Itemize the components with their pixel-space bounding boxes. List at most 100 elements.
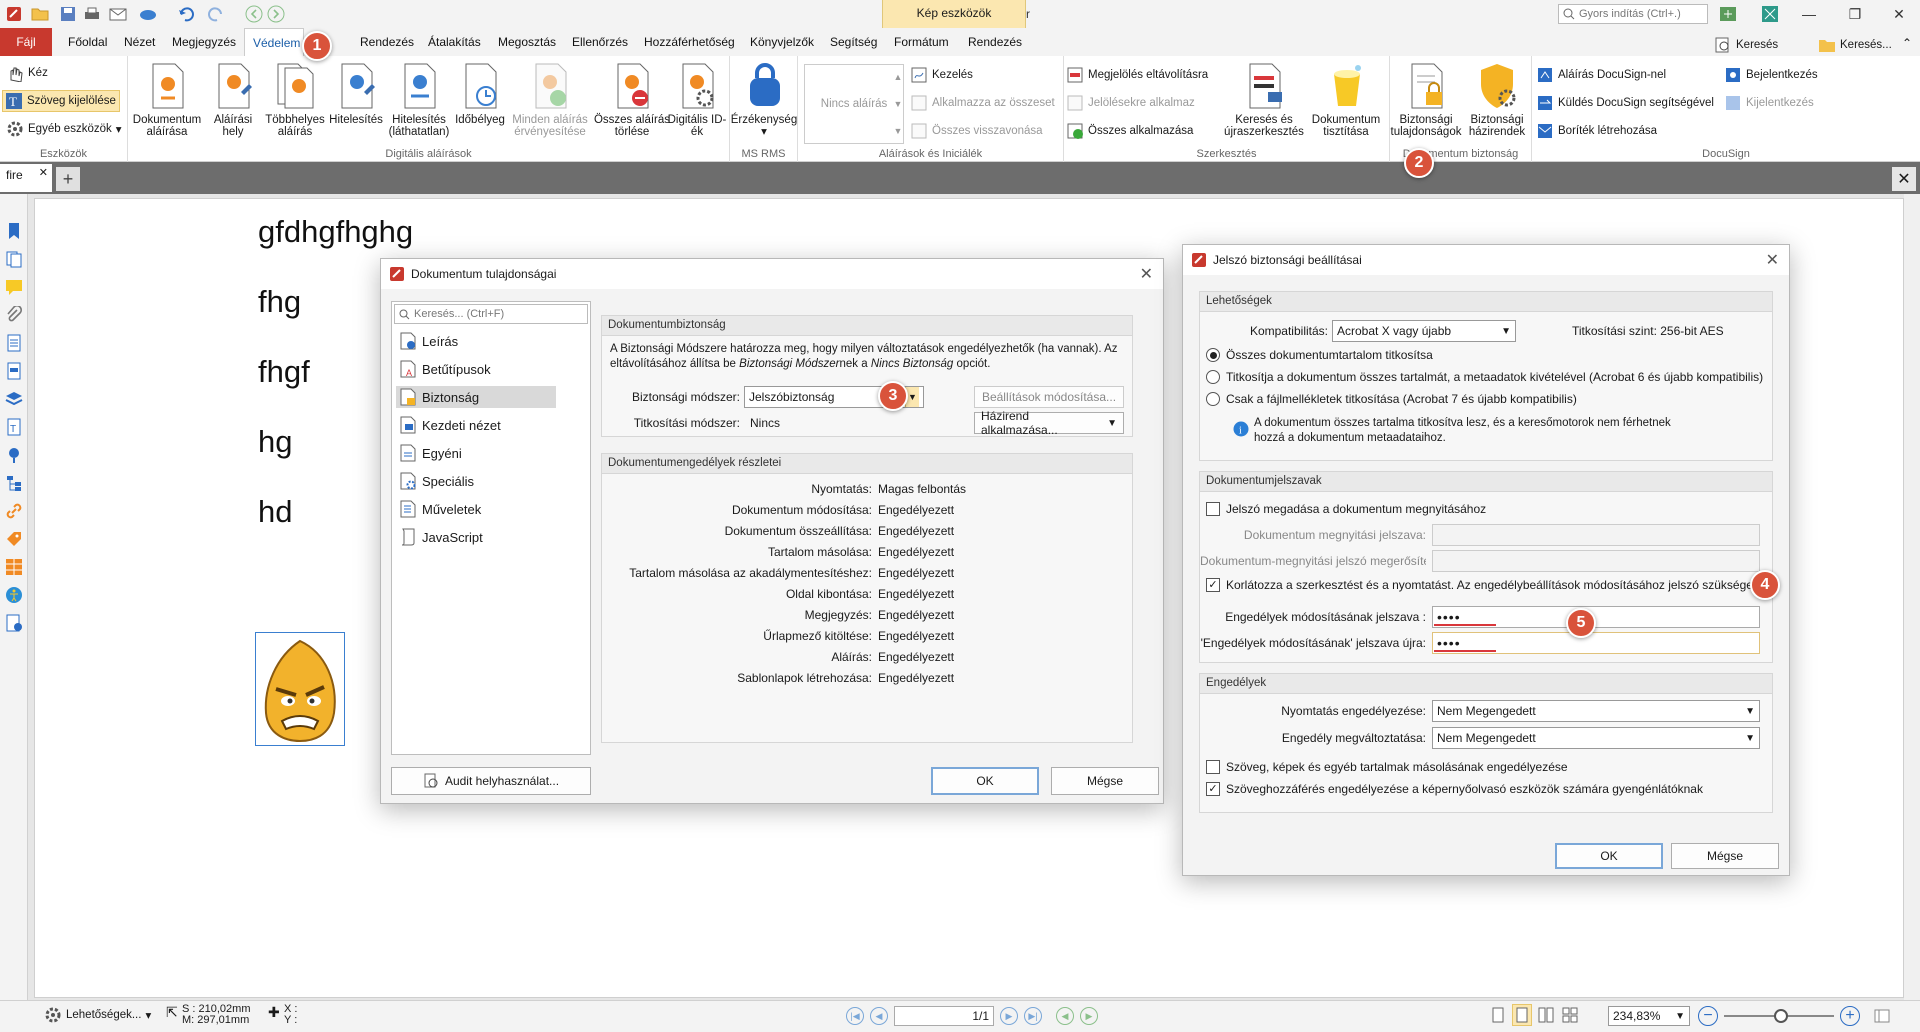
create-envelope-button[interactable]: Boríték létrehozása [1536, 120, 1657, 142]
prev-page-button[interactable]: ◀ [870, 1007, 888, 1025]
print-icon[interactable] [82, 4, 102, 24]
certify-invisible-button[interactable]: Hitelesítés (láthatatlan) [384, 62, 454, 138]
sign-document-button[interactable]: Dokumentum aláírása [132, 62, 202, 138]
multi-signature-button[interactable]: Többhelyes aláírás [262, 62, 328, 138]
close-dialog-button[interactable]: ✕ [1140, 264, 1153, 284]
undo-icon[interactable] [176, 4, 196, 24]
tab-arrange[interactable]: Rendezés [960, 28, 1030, 56]
tab-review[interactable]: Ellenőrzés [564, 28, 636, 56]
compatibility-select[interactable]: Acrobat X vagy újabb ▼ [1332, 320, 1516, 342]
radio-encrypt-all[interactable]: Összes dokumentumtartalom titkosítsa [1206, 348, 1433, 362]
radio-button[interactable] [1206, 392, 1220, 406]
next-page-button[interactable]: ▶ [1000, 1007, 1018, 1025]
validate-all-button[interactable]: Minden aláírás érvényesítése [510, 62, 590, 138]
tab-file[interactable]: Fájl [0, 28, 52, 56]
select-text-tool[interactable]: T Szöveg kijelölése [2, 90, 120, 112]
zoom-in-button[interactable]: + [1840, 1006, 1860, 1026]
fullscreen-icon[interactable] [1760, 4, 1780, 24]
comments-panel-icon[interactable] [5, 278, 23, 296]
save-icon[interactable] [58, 4, 78, 24]
sensitivity-button[interactable]: Érzékenység ▾ [730, 62, 798, 138]
accessibility-panel-icon[interactable] [5, 586, 23, 604]
copy-content-checkbox-row[interactable]: Szöveg, képek és egyéb tartalmak másolás… [1206, 760, 1568, 774]
tags-panel-icon[interactable] [5, 530, 23, 548]
security-properties-button[interactable]: Biztonsági tulajdonságok [1390, 62, 1462, 138]
redo-icon[interactable] [206, 4, 226, 24]
back-view-button[interactable]: ◀ [1056, 1007, 1074, 1025]
bookmark-panel-icon[interactable] [5, 222, 23, 240]
email-icon[interactable] [108, 4, 128, 24]
change-permission-select[interactable]: Nem Megengedett ▼ [1432, 727, 1760, 749]
tab-convert[interactable]: Átalakítás [420, 28, 489, 56]
attachments-panel-icon[interactable] [5, 306, 23, 324]
radio-encrypt-except-metadata[interactable]: Titkosítja a dokumentum összes tartalmát… [1206, 370, 1763, 384]
forward-view-button[interactable]: ▶ [1080, 1007, 1098, 1025]
close-window-button[interactable]: ✕ [1876, 0, 1920, 28]
tab-comment[interactable]: Megjegyzés [164, 28, 244, 56]
zoom-out-button[interactable]: − [1698, 1006, 1718, 1026]
quick-launch-input[interactable]: Gyors indítás (Ctrl+.) [1558, 4, 1708, 24]
signature-gallery[interactable]: Nincs aláírás [804, 64, 904, 144]
nav-item-fonts[interactable]: A Betűtípusok [396, 358, 556, 380]
panels-icon[interactable] [1874, 1008, 1890, 1024]
radio-encrypt-attachments[interactable]: Csak a fájlmellékletek titkosítása (Acro… [1206, 392, 1577, 406]
open-folder-icon[interactable] [30, 4, 50, 24]
radio-button[interactable] [1206, 348, 1220, 362]
order-panel-icon[interactable] [5, 558, 23, 576]
apply-all-redactions-button[interactable]: Összes alkalmazása [1066, 120, 1193, 142]
digital-ids-button[interactable]: Digitális ID-ék [664, 62, 730, 138]
print-permission-select[interactable]: Nem Megengedett ▼ [1432, 700, 1760, 722]
open-password-checkbox[interactable] [1206, 502, 1220, 516]
tab-protect[interactable]: Védelem [244, 28, 304, 56]
apply-policy-button[interactable]: Házirend alkalmazása... ▼ [974, 409, 1124, 437]
tab-help[interactable]: Segítség [822, 28, 885, 56]
search-more-button[interactable]: Keresés... [1818, 34, 1892, 56]
tab-bookmarks[interactable]: Könyvjelzők [742, 28, 822, 56]
open-password-checkbox-row[interactable]: Jelszó megadása a dokumentum megnyitásáh… [1206, 502, 1486, 516]
open-password-confirm-input[interactable] [1432, 550, 1760, 572]
tab-accessibility[interactable]: Hozzáférhetőség [636, 28, 743, 56]
tab-organize[interactable]: Rendezés [352, 28, 422, 56]
close-document-button[interactable]: ✕ [1892, 167, 1916, 191]
nav-item-advanced[interactable]: Speciális [396, 470, 556, 492]
document-tab[interactable]: fire ✕ [0, 164, 52, 192]
search-redact-button[interactable]: Keresés és újraszerkesztés [1222, 62, 1306, 138]
close-dialog-button[interactable]: ✕ [1766, 250, 1779, 270]
minimize-button[interactable]: — [1786, 0, 1832, 28]
facing-continuous-icon[interactable] [1560, 1004, 1580, 1026]
audit-space-button[interactable]: Audit helyhasználat... [391, 767, 591, 795]
zoom-slider-thumb[interactable] [1774, 1009, 1788, 1023]
last-page-button[interactable]: ▶| [1024, 1007, 1042, 1025]
maximize-button[interactable]: ❐ [1832, 0, 1878, 28]
vertical-scrollbar[interactable] [1904, 194, 1920, 1000]
forward-icon[interactable] [266, 4, 286, 24]
continuous-page-icon[interactable] [1512, 1004, 1532, 1026]
sign-docusign-button[interactable]: Aláírás DocuSign-nel [1536, 64, 1666, 86]
fields-panel-icon[interactable] [5, 362, 23, 380]
new-tab-button[interactable]: + [56, 167, 80, 191]
change-settings-button[interactable]: Beállítások módosítása... [974, 386, 1124, 408]
sanitize-button[interactable]: Dokumentum tisztítása [1306, 62, 1386, 138]
restrict-checkbox-row[interactable]: ✓ Korlátozza a szerkesztést és a nyomtatá… [1206, 578, 1762, 592]
links-panel-icon[interactable] [5, 502, 23, 520]
options-button[interactable]: Lehetőségek... ▾ [44, 1004, 151, 1026]
clear-signatures-button[interactable]: Összes aláírás törlése [592, 62, 672, 138]
close-tab-icon[interactable]: ✕ [39, 166, 48, 179]
structure-panel-icon[interactable] [5, 474, 23, 492]
restrict-checkbox[interactable]: ✓ [1206, 578, 1220, 592]
content-panel-icon[interactable] [5, 334, 23, 352]
nav-item-description[interactable]: Leírás [396, 330, 556, 352]
first-page-button[interactable]: |◀ [846, 1007, 864, 1025]
radio-button[interactable] [1206, 370, 1220, 384]
other-tools-button[interactable]: Egyéb eszközök ▾ [4, 118, 128, 140]
mark-redaction-button[interactable]: Megjelölés eltávolításra [1066, 64, 1208, 86]
nav-item-actions[interactable]: Műveletek [396, 498, 556, 520]
zoom-select[interactable]: 234,83% ▼ [1608, 1006, 1690, 1026]
revoke-all-button[interactable]: Összes visszavonása [910, 120, 1043, 142]
login-button[interactable]: Bejelentkezés [1724, 64, 1818, 86]
apply-all-button[interactable]: Alkalmazza az összeset [910, 92, 1055, 114]
pages-panel-icon[interactable] [5, 250, 23, 268]
screen-reader-checkbox[interactable]: ✓ [1206, 782, 1220, 796]
tab-home[interactable]: Főoldal [60, 28, 115, 56]
ribbon-collapse-icon[interactable]: ⌃ [1902, 36, 1912, 50]
